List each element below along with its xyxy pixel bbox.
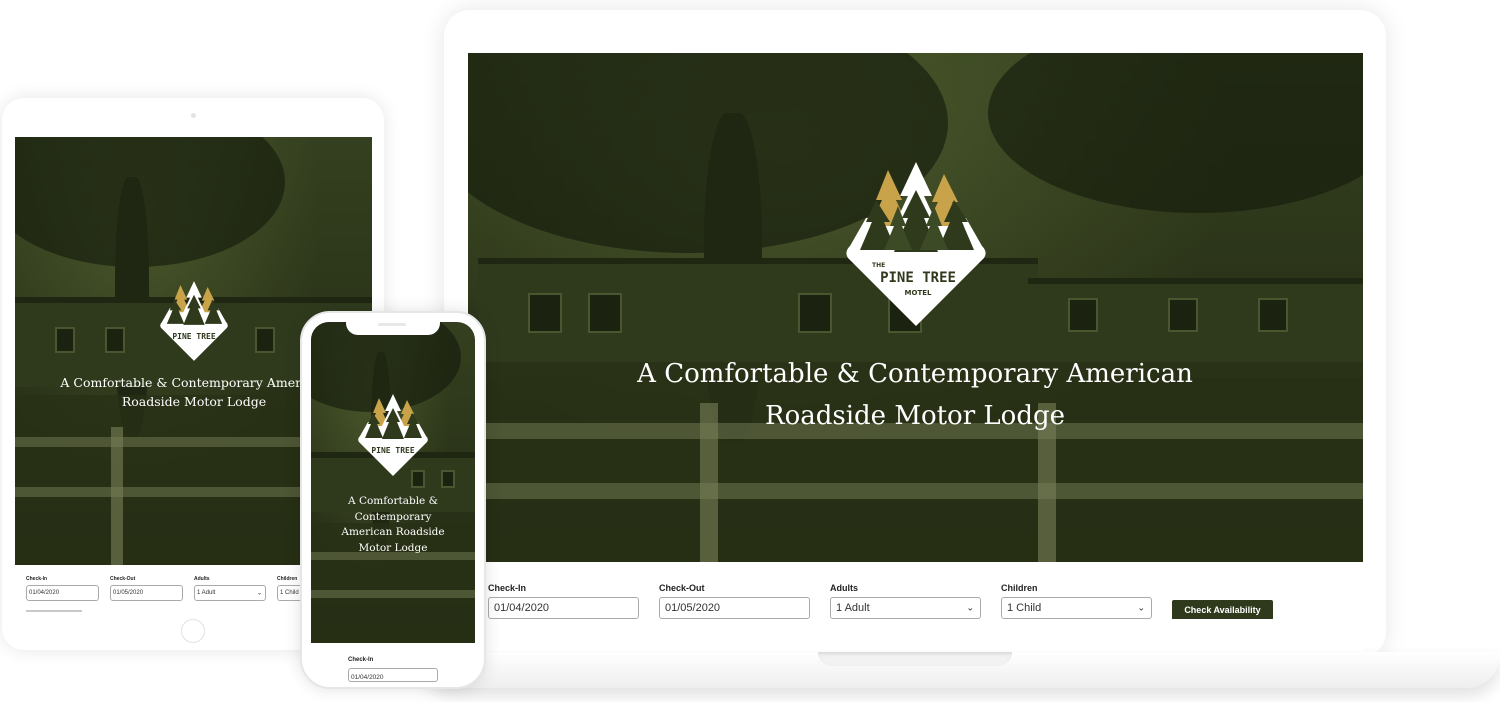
pine-tree-motel-logo <box>846 160 986 328</box>
tablet-tagline-line-1: A Comfortable & Contemporary American <box>60 375 328 390</box>
tablet-adults-select[interactable]: 1 Adult ⌄ <box>194 585 266 601</box>
phone-tagline-line-4: Motor Lodge <box>358 541 428 554</box>
children-select-value: 1 Child <box>1007 602 1042 614</box>
chevron-down-icon: ⌄ <box>256 590 262 597</box>
phone-speaker <box>378 323 406 326</box>
phone-tagline-line-3: American Roadside <box>341 526 445 538</box>
adults-select-value: 1 Adult <box>836 602 870 614</box>
laptop-opening-notch <box>818 652 1012 666</box>
tablet-tagline-line-2: Roadside Motor Lodge <box>121 394 267 409</box>
tablet-logo <box>160 280 228 362</box>
tablet-checkin-field[interactable]: 01/04/2020 <box>26 585 99 601</box>
phone-hero <box>311 322 475 643</box>
children-label: Children <box>1001 583 1038 593</box>
tablet-checkin-label: Check-In <box>26 576 48 582</box>
children-select[interactable]: 1 Child ⌄ <box>1001 597 1152 619</box>
checkin-label: Check-In <box>488 583 527 593</box>
tablet-children-value: 1 Child <box>280 590 299 596</box>
tablet-button-edge <box>26 610 82 612</box>
hero-tagline: A Comfortable & Contemporary American Ro… <box>618 353 1212 437</box>
adults-select[interactable]: 1 Adult ⌄ <box>830 597 981 619</box>
phone-notch <box>346 319 440 335</box>
tablet-adults-label: Adults <box>194 576 210 582</box>
phone-tagline: A Comfortable & Contemporary American Ro… <box>326 494 460 556</box>
phone-checkin-label: Check-In <box>348 657 374 663</box>
checkout-label: Check-Out <box>659 583 705 593</box>
logo-text-the: THE <box>872 262 886 269</box>
check-availability-button[interactable]: Check Availability <box>1172 600 1273 620</box>
tablet-children-label: Children <box>277 576 298 582</box>
phone-checkin-field[interactable]: 01/04/2020 <box>348 668 438 682</box>
logo-text-motel: MOTEL <box>904 289 932 297</box>
logo-text-name: PINE TREE <box>880 270 956 286</box>
adults-label: Adults <box>830 583 858 593</box>
hero-tagline-line-1: A Comfortable & Contemporary American <box>637 359 1193 389</box>
tablet-adults-value: 1 Adult <box>197 590 216 596</box>
phone-tagline-line-1: A Comfortable & <box>348 495 438 507</box>
chevron-down-icon: ⌄ <box>966 602 974 613</box>
phone-tagline-line-2: Contemporary <box>354 510 432 523</box>
tablet-checkout-label: Check-Out <box>110 576 136 582</box>
checkout-field[interactable]: 01/05/2020 <box>659 597 810 619</box>
chevron-down-icon: ⌄ <box>1137 602 1145 613</box>
tablet-tagline: A Comfortable & Contemporary American Ro… <box>60 373 328 411</box>
tablet-camera <box>191 113 196 118</box>
tablet-checkout-field[interactable]: 01/05/2020 <box>110 585 183 601</box>
tablet-logo-text-name: PINE TREE <box>172 332 216 341</box>
checkin-field[interactable]: 01/04/2020 <box>488 597 639 619</box>
phone-logo <box>358 393 428 477</box>
tablet-home-button[interactable] <box>181 619 205 643</box>
laptop-screen-bottom-mask <box>468 619 1363 651</box>
phone-logo-text-name: PINE TREE <box>371 446 415 455</box>
hero-tagline-line-2: Roadside Motor Lodge <box>765 401 1065 431</box>
